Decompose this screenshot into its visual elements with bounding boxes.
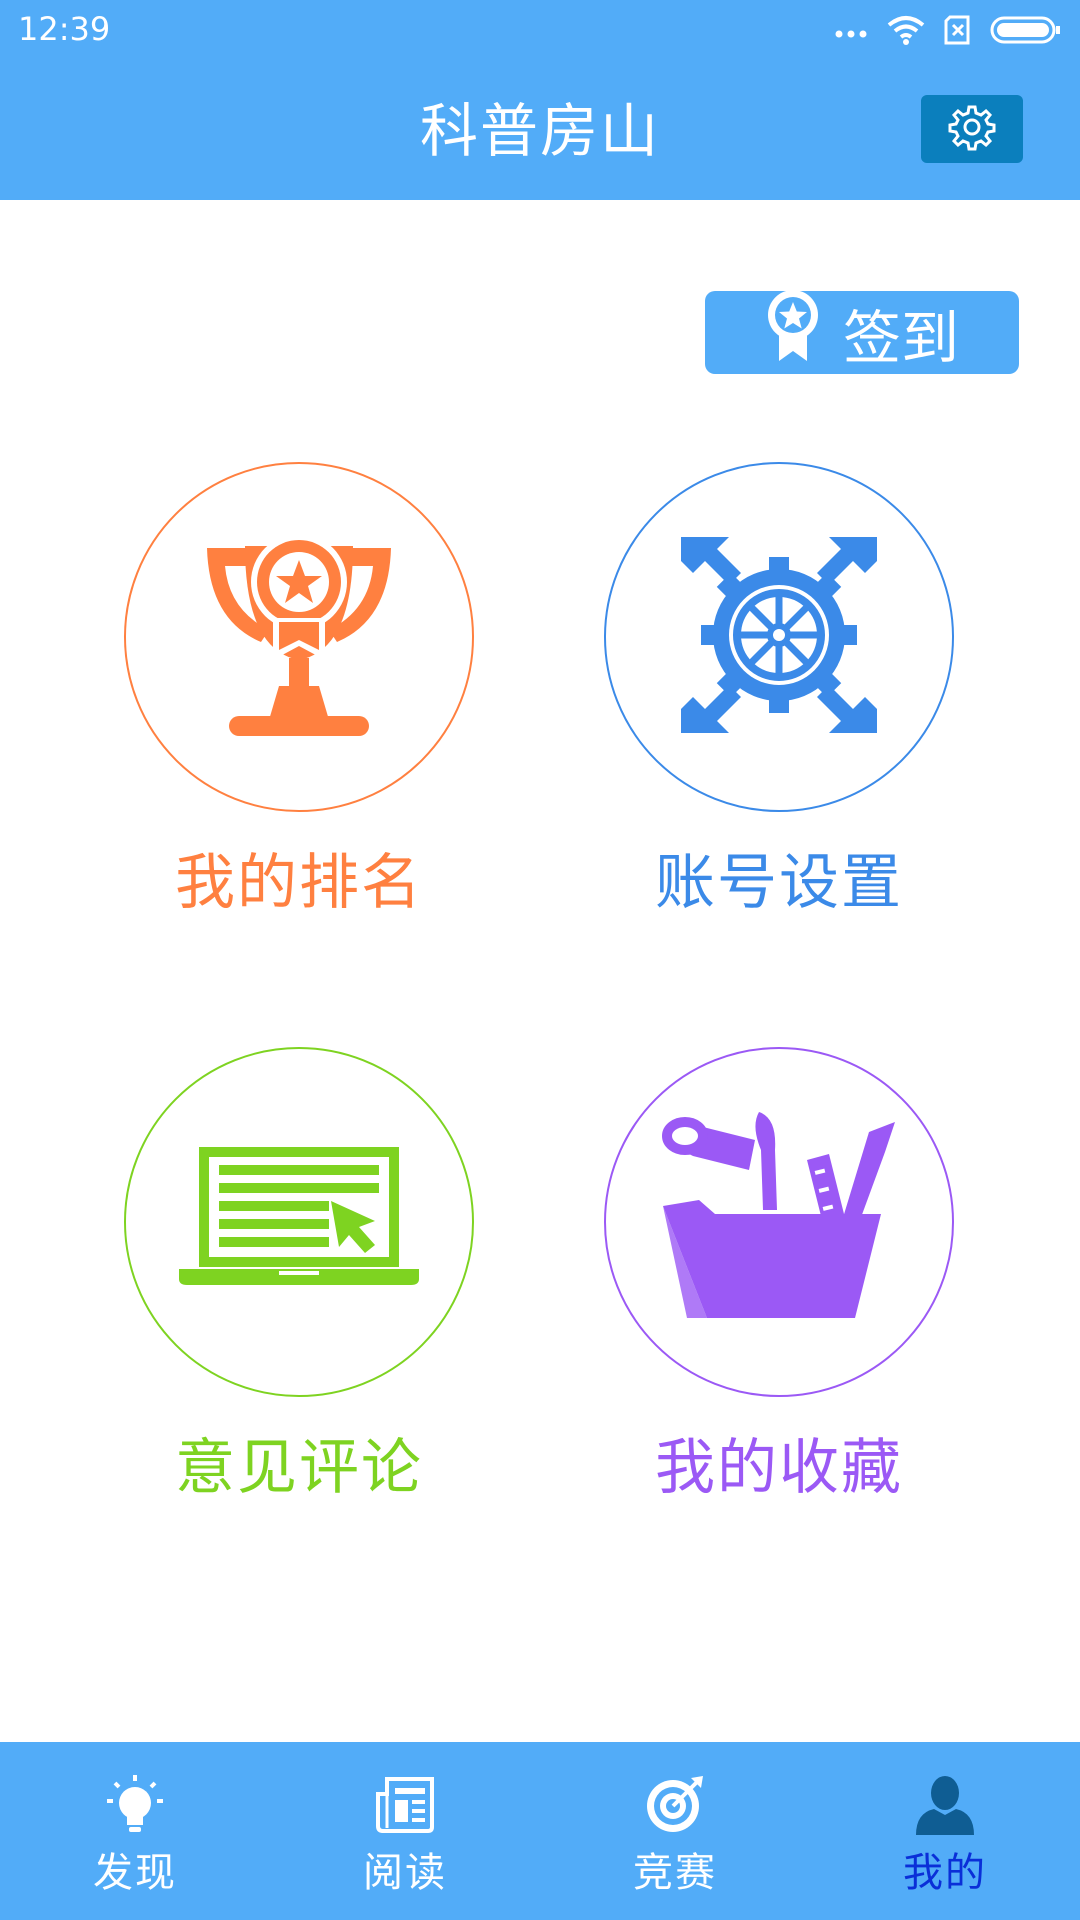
- folder-tools-icon: [659, 1110, 899, 1334]
- person-icon: [914, 1774, 976, 1836]
- status-icons: [834, 12, 1062, 52]
- tile-circle: [604, 462, 954, 812]
- wifi-icon: [886, 14, 926, 50]
- tile-label: 账号设置: [655, 848, 903, 918]
- target-icon: [645, 1774, 705, 1836]
- laptop-cursor-icon: [179, 1145, 419, 1299]
- settings-button[interactable]: [921, 95, 1023, 163]
- tile-account-settings[interactable]: 账号设置: [599, 462, 959, 921]
- app-header: 科普房山: [0, 62, 1080, 200]
- tile-my-ranking[interactable]: 我的排名: [119, 462, 479, 921]
- trophy-icon: [189, 530, 409, 744]
- nav-item-competition[interactable]: 竞赛: [540, 1742, 810, 1920]
- gear-icon: [947, 102, 997, 156]
- checkin-label: 签到: [842, 303, 959, 372]
- tile-label: 我的收藏: [655, 1433, 903, 1503]
- nav-label: 竞赛: [633, 1850, 717, 1896]
- nav-label: 发现: [93, 1850, 177, 1896]
- nav-label: 阅读: [363, 1850, 447, 1896]
- bottom-nav: 发现 阅读 竞赛 我的: [0, 1742, 1080, 1920]
- nav-item-mine[interactable]: 我的: [810, 1742, 1080, 1920]
- status-bar: 12:39: [0, 0, 1080, 62]
- lightbulb-icon: [107, 1774, 163, 1836]
- nav-item-read[interactable]: 阅读: [270, 1742, 540, 1920]
- newspaper-icon: [375, 1774, 435, 1836]
- tile-feedback[interactable]: 意见评论: [119, 1047, 479, 1506]
- tile-my-favorites[interactable]: 我的收藏: [599, 1047, 959, 1506]
- nav-label: 我的: [903, 1850, 987, 1896]
- status-time: 12:39: [18, 10, 111, 48]
- tile-label: 意见评论: [175, 1433, 423, 1503]
- page-title: 科普房山: [419, 97, 660, 165]
- award-ribbon-icon: [765, 289, 821, 377]
- tile-label: 我的排名: [175, 848, 423, 918]
- checkin-button[interactable]: 签到: [705, 289, 1019, 377]
- more-dots-icon: [834, 23, 870, 42]
- nav-item-discover[interactable]: 发现: [0, 1742, 270, 1920]
- tile-circle: [124, 462, 474, 812]
- tile-circle: [604, 1047, 954, 1397]
- gear-expand-icon: [679, 535, 879, 739]
- battery-icon: [990, 15, 1062, 49]
- tile-circle: [124, 1047, 474, 1397]
- no-sim-icon: [942, 15, 974, 49]
